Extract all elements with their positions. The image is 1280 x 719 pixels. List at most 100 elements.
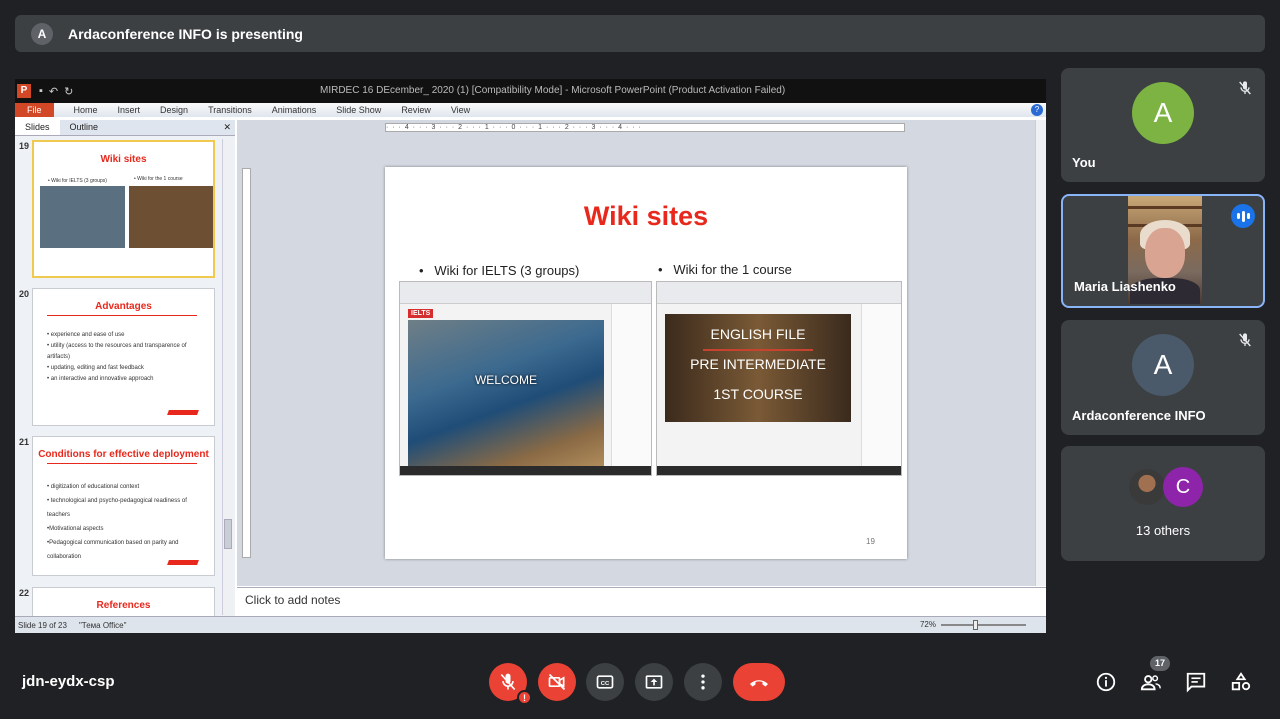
browser-toolbar — [400, 282, 651, 304]
mic-off-icon — [500, 673, 516, 691]
avatar — [1127, 467, 1167, 507]
participant-tile-you[interactable]: A You — [1061, 68, 1265, 182]
close-panel-icon: ✕ — [223, 122, 231, 132]
ribbon-tab-insert: Insert — [117, 105, 141, 115]
ribbon-tab-transitions: Transitions — [208, 105, 252, 115]
slide-page-number: 19 — [866, 537, 875, 546]
thumb-title: Wiki sites — [100, 154, 147, 165]
ribbon-tab-file: File — [15, 103, 54, 117]
present-now-button[interactable] — [635, 663, 673, 701]
tab-slides: Slides — [15, 120, 60, 135]
people-icon — [1140, 675, 1161, 691]
participant-name: 13 others — [1135, 523, 1191, 538]
vertical-ruler — [242, 168, 251, 558]
thumb-bullet: artifacts) — [47, 354, 71, 360]
present-screen-icon — [645, 675, 663, 689]
participant-tile-maria[interactable]: Maria Liashenko — [1061, 194, 1265, 308]
ribbon-tab-view: View — [450, 105, 471, 115]
chat-icon — [1186, 672, 1206, 693]
meeting-details-button[interactable] — [1094, 670, 1118, 694]
hero-line: ENGLISH FILE — [710, 326, 806, 342]
ribbon-tab-review: Review — [401, 105, 431, 115]
ppt-window-title: MIRDEC 16 DEcember_ 2020 (1) [Compatibil… — [320, 85, 786, 96]
slide-title: Wiki sites — [583, 201, 709, 231]
thumb-divider — [47, 315, 197, 316]
thumb-bullet: • updating, editing and fast feedback — [47, 365, 144, 371]
welcome-hero-image: WELCOME — [408, 320, 604, 473]
presenter-avatar: A — [31, 22, 53, 45]
leave-call-button[interactable] — [733, 663, 785, 701]
chat-button[interactable] — [1184, 670, 1208, 694]
camera-off-icon — [548, 673, 566, 691]
thumb-screenshot — [40, 186, 125, 248]
slide-bullet-left-text: Wiki for IELTS (3 groups) — [434, 263, 580, 278]
thumb-bullets: • digitization of educational context • … — [33, 480, 214, 564]
avatar: C — [1163, 467, 1203, 507]
taskbar — [400, 466, 651, 475]
face — [1145, 228, 1185, 278]
activities-button[interactable] — [1229, 670, 1253, 694]
thumb-bullet: • digitization of educational context — [47, 484, 140, 490]
shared-screen[interactable]: P ▪ ↶ ↻ MIRDEC 16 DEcember_ 2020 (1) [Co… — [15, 79, 1046, 633]
slide-counter: Slide 19 of 23 — [18, 620, 67, 630]
undo-icon: ↶ — [48, 85, 59, 98]
hero-line: PRE INTERMEDIATE — [690, 356, 826, 372]
thumb-bullet: •Pedagogical communication based on pari… — [47, 540, 179, 546]
editor-sidebar — [861, 304, 901, 466]
participant-name: Ardaconference INFO — [1072, 408, 1206, 423]
slide-thumb-20: Advantages • experience and ease of use … — [32, 288, 215, 426]
tab-outline: Outline — [69, 122, 99, 132]
captions-button[interactable]: CC — [586, 663, 624, 701]
slides-panel: 19 Wiki sites • Wiki for IELTS (3 groups… — [15, 136, 235, 616]
thumb-number: 21 — [19, 437, 30, 447]
screenshot-course-wiki: ENGLISH FILE PRE INTERMEDIATE 1ST COURSE — [656, 281, 902, 476]
thumb-bullet: • experience and ease of use — [47, 332, 125, 338]
zoom-level: 72% — [919, 620, 936, 629]
participant-tile-ardaconference[interactable]: A Ardaconference INFO — [1061, 320, 1265, 435]
avatar: A — [1132, 82, 1194, 144]
slides-scrollbar — [222, 139, 233, 615]
save-icon: ▪ — [39, 84, 43, 97]
people-button[interactable] — [1139, 670, 1163, 694]
horizontal-ruler: · · · 4 · · · 3 · · · 2 · · · 1 · · · 0 … — [385, 123, 905, 132]
ribbon-tab-design: Design — [160, 105, 189, 115]
svg-text:CC: CC — [601, 681, 610, 687]
zoom-slider — [941, 620, 1026, 630]
theme-name: "Тема Office" — [78, 620, 127, 630]
zoom-slider-handle — [973, 620, 978, 630]
ppt-statusbar: Slide 19 of 23 "Тема Office" 72% — [15, 616, 1046, 633]
avatar: A — [1132, 334, 1194, 396]
screenshot-ielts-wiki: IELTS WELCOME — [399, 281, 652, 476]
thumb-decoration — [167, 560, 199, 565]
speaking-indicator-icon — [1231, 204, 1255, 228]
more-options-button[interactable] — [684, 663, 722, 701]
mic-off-icon — [1239, 81, 1251, 95]
slide-thumb-19: Wiki sites • Wiki for IELTS (3 groups) •… — [32, 140, 215, 278]
mic-off-icon — [1239, 333, 1251, 347]
presenting-text: Ardaconference INFO is presenting — [68, 25, 303, 42]
shelf — [1128, 206, 1202, 209]
camera-toggle-button[interactable] — [538, 663, 576, 701]
ribbon-tab-home: Home — [73, 105, 98, 115]
thumb-bullet: • Wiki for the 1 course — [134, 176, 183, 182]
slide-editor: · · · 4 · · · 3 · · · 2 · · · 1 · · · 0 … — [237, 120, 1046, 586]
participant-count-badge: 17 — [1150, 656, 1170, 671]
thumb-number: 20 — [19, 289, 30, 299]
thumb-screenshot — [129, 186, 213, 248]
help-icon: ? — [1031, 104, 1043, 116]
participant-name: You — [1072, 155, 1096, 170]
thumb-bullet: •Motivational aspects — [47, 526, 104, 532]
thumb-bullet: • an interactive and innovative approach — [47, 376, 154, 382]
captions-icon: CC — [596, 675, 614, 689]
thumb-bullet: teachers — [47, 512, 71, 518]
thumb-bullet: • Wiki for IELTS (3 groups) — [48, 178, 107, 184]
thumb-title: Advantages — [95, 301, 152, 312]
mic-toggle-button[interactable]: ! — [489, 663, 532, 705]
thumb-divider — [47, 463, 197, 464]
thumb-bullet: • utility (access to the resources and t… — [47, 343, 187, 349]
more-vert-icon — [701, 674, 705, 690]
activities-icon — [1231, 672, 1251, 691]
thumb-number: 22 — [19, 588, 30, 598]
participant-tile-others[interactable]: C 13 others — [1061, 446, 1265, 561]
thumb-decoration — [167, 410, 199, 415]
